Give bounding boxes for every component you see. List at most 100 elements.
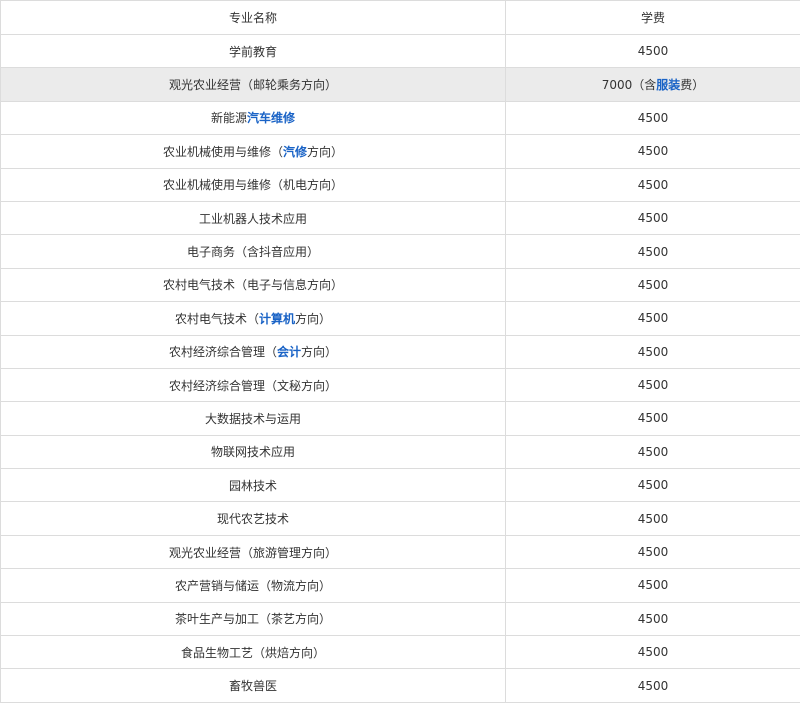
major-name-cell: 现代农艺技术 [0,501,506,536]
table-row: 畜牧兽医 4500 [0,668,800,703]
tuition-fee-cell: 4500 [505,635,800,670]
major-name-text: 农村电气技术（电子与信息方向） [162,278,343,293]
major-name-cell: 食品生物工艺（烘焙方向） [0,635,506,670]
major-name-text: 农业机械使用与维修（ [162,144,283,159]
major-name-text: 农村经济综合管理（ [168,345,277,360]
major-name-text: 食品生物工艺（烘焙方向） [180,645,325,660]
table-row: 农产营销与储运（物流方向） 4500 [0,568,800,603]
tuition-fee-cell: 4500 [505,334,800,369]
major-name-cell: 农业机械使用与维修（汽修方向） [0,134,506,169]
tuition-fee-cell: 4500 [505,468,800,503]
table-row: 农村电气技术（电子与信息方向） 4500 [0,267,800,303]
major-name-cell: 电子商务（含抖音应用） [0,234,506,269]
tuition-fee-cell: 4500 [505,301,800,336]
tuition-fee-text: 4500 [637,611,669,626]
tuition-fee-text: 4500 [637,511,669,526]
table-row: 现代农艺技术 4500 [0,501,800,536]
table-header: 专业名称 学费 [0,0,800,35]
tuition-fee-text: 4500 [637,678,669,693]
tuition-fee-cell: 4500 [505,367,800,403]
table-row: 学前教育 4500 [0,33,800,69]
major-name-cell: 学前教育 [0,33,506,69]
major-name-cell: 农业机械使用与维修（机电方向） [0,167,506,202]
table-row: 大数据技术与运用 4500 [0,401,800,436]
tuition-fee-text: 4500 [637,44,669,59]
table-row: 园林技术 4500 [0,468,800,503]
tuition-fee-text: 4500 [637,578,669,593]
major-name-cell: 园林技术 [0,468,506,503]
table-row: 茶叶生产与加工（茶艺方向） 4500 [0,601,800,637]
major-name-text: 农产营销与储运（物流方向） [174,578,331,593]
major-name-cell: 观光农业经营（旅游管理方向） [0,534,506,570]
major-name-text: 方向） [301,345,338,360]
tuition-fee-text: 4500 [637,177,669,192]
tuition-fee-text: 4500 [637,344,669,359]
major-name-cell: 农产营销与储运（物流方向） [0,568,506,603]
tuition-fee-cell: 4500 [505,601,800,637]
tuition-fee-cell: 4500 [505,134,800,169]
major-name-cell: 大数据技术与运用 [0,401,506,436]
major-name-text: 方向） [295,311,332,326]
major-name-text: 物联网技术应用 [210,445,295,460]
table-row: 新能源汽车维修 4500 [0,100,800,136]
tuition-fee-cell: 4500 [505,668,800,703]
tuition-fee-table: 专业名称 学费 学前教育 4500 观光农业经营（邮轮乘务方向） 7000（含服装费）… [0,0,800,703]
major-name-text: 观光农业经营（邮轮乘务方向） [168,78,337,93]
major-name-text: 农村经济综合管理（文秘方向） [168,378,337,393]
tuition-fee-cell: 4500 [505,167,800,202]
table-body: 学前教育 4500 观光农业经营（邮轮乘务方向） 7000（含服装费） 新能源汽车维修 4… [0,33,800,703]
major-name-cell: 农村经济综合管理（会计方向） [0,334,506,369]
major-name-text: 工业机器人技术应用 [198,211,307,226]
major-name-text: 新能源 [210,111,247,126]
major-name-cell: 观光农业经营（邮轮乘务方向） [0,67,506,102]
major-name-cell: 农村电气技术（电子与信息方向） [0,267,506,303]
keyword-link[interactable]: 汽车维修 [247,111,295,125]
keyword-link[interactable]: 会计 [277,345,301,359]
tuition-fee-text: 4500 [637,311,669,326]
major-name-text: 方向） [307,144,344,159]
tuition-fee-cell: 4500 [505,267,800,303]
tuition-fee-cell: 4500 [505,234,800,269]
table-row: 观光农业经营（旅游管理方向） 4500 [0,534,800,570]
tuition-fee-cell: 4500 [505,100,800,136]
tuition-fee-text: 4500 [637,444,669,459]
major-name-text: 园林技术 [228,478,277,493]
table-row: 电子商务（含抖音应用） 4500 [0,234,800,269]
major-name-text: 学前教育 [228,44,277,59]
major-name-cell: 物联网技术应用 [0,434,506,470]
keyword-link[interactable]: 汽修 [283,145,307,159]
major-name-text: 农业机械使用与维修（机电方向） [162,178,343,193]
tuition-fee-text: 费） [680,78,705,93]
tuition-fee-cell: 7000（含服装费） [505,67,800,102]
major-name-cell: 新能源汽车维修 [0,100,506,136]
tuition-fee-text: 4500 [637,411,669,426]
major-name-text: 观光农业经营（旅游管理方向） [168,545,337,560]
major-name-text: 农村电气技术（ [174,311,259,326]
tuition-fee-text: 4500 [637,277,669,292]
tuition-fee-cell: 4500 [505,501,800,536]
keyword-link[interactable]: 服装 [656,78,680,92]
tuition-fee-text: 4500 [637,110,669,125]
tuition-fee-text: 4500 [637,645,669,660]
table-row: 农业机械使用与维修（机电方向） 4500 [0,167,800,202]
major-name-cell: 畜牧兽医 [0,668,506,703]
tuition-fee-cell: 4500 [505,434,800,470]
table-row: 食品生物工艺（烘焙方向） 4500 [0,635,800,670]
tuition-fee-text: 4500 [637,378,669,393]
major-name-text: 畜牧兽医 [228,679,277,694]
table-row: 物联网技术应用 4500 [0,434,800,470]
major-name-text: 大数据技术与运用 [204,411,301,426]
table-row: 农村经济综合管理（会计方向） 4500 [0,334,800,369]
major-name-cell: 农村经济综合管理（文秘方向） [0,367,506,403]
major-name-cell: 工业机器人技术应用 [0,200,506,236]
tuition-fee-text: 4500 [637,144,669,159]
table-row: 观光农业经营（邮轮乘务方向） 7000（含服装费） [0,67,800,102]
tuition-fee-text: 4500 [637,545,669,560]
tuition-fee-cell: 4500 [505,401,800,436]
keyword-link[interactable]: 计算机 [259,312,295,326]
tuition-fee-text: 4500 [637,478,669,493]
header-major-name: 专业名称 [0,0,506,35]
major-name-text: 茶叶生产与加工（茶艺方向） [174,612,331,627]
tuition-fee-cell: 4500 [505,534,800,570]
tuition-fee-text: 4500 [637,244,669,259]
